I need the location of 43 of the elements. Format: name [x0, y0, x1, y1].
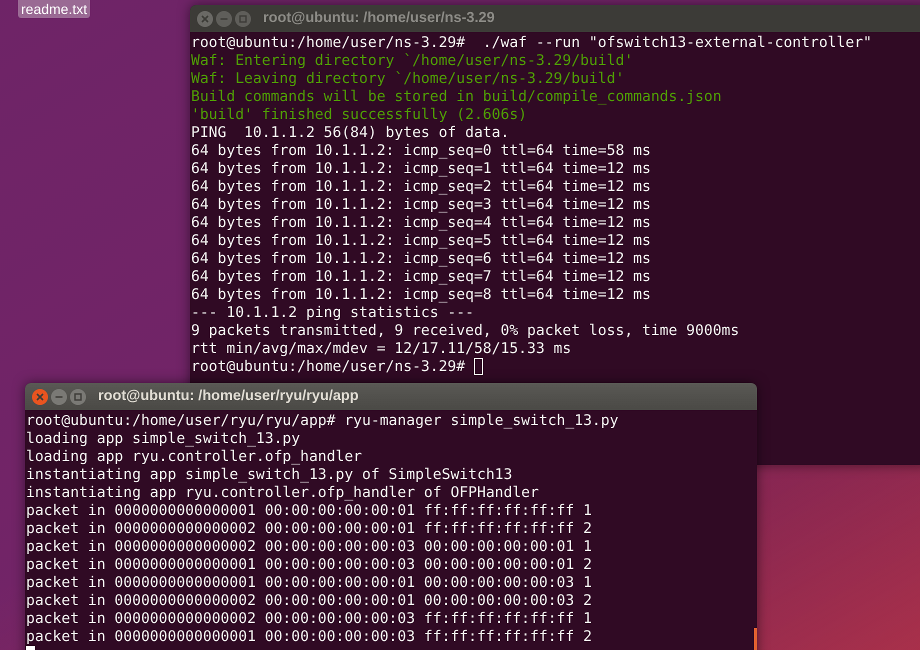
window-title: root@ubuntu: /home/user/ns-3.29: [263, 8, 495, 28]
terminal-line: instantiating app ryu.controller.ofp_handler of OFPHandler: [26, 484, 539, 501]
terminal-line: instantiating app simple_switch_13.py of SimpleSwitch13: [26, 466, 512, 483]
terminal-line: root@ubuntu:/home/user/ns-3.29#: [191, 358, 466, 375]
terminal-line: --- 10.1.1.2 ping statistics ---: [191, 304, 474, 321]
terminal-line: 64 bytes from 10.1.1.2: icmp_seq=2 ttl=64 time=12 ms: [191, 178, 651, 195]
close-icon[interactable]: [32, 388, 48, 404]
terminal-line: 64 bytes from 10.1.1.2: icmp_seq=8 ttl=64 time=12 ms: [191, 286, 651, 303]
terminal-line: loading app ryu.controller.ofp_handler: [26, 448, 362, 465]
terminal-line: 64 bytes from 10.1.1.2: icmp_seq=0 ttl=64 time=58 ms: [191, 142, 651, 159]
terminal-line: packet in 0000000000000002 00:00:00:00:00:03 ff:ff:ff:ff:ff:ff 1: [26, 610, 592, 627]
close-icon[interactable]: [197, 10, 213, 26]
terminal-line: 64 bytes from 10.1.1.2: icmp_seq=5 ttl=64 time=12 ms: [191, 232, 651, 249]
scroll-indicator: [754, 628, 757, 650]
terminal-line: root@ubuntu:/home/user/ns-3.29# ./waf --run "ofswitch13-external-controller": [191, 34, 872, 51]
terminal-line: packet in 0000000000000001 00:00:00:00:00:03 ff:ff:ff:ff:ff:ff 2: [26, 628, 592, 645]
terminal-line: packet in 0000000000000001 00:00:00:00:00:03 00:00:00:00:00:01 2: [26, 556, 592, 573]
terminal-line: root@ubuntu:/home/user/ryu/ryu/app# ryu-manager simple_switch_13.py: [26, 412, 618, 429]
terminal-line: rtt min/avg/max/mdev = 12/17.11/58/15.33 ms: [191, 340, 572, 357]
text-cursor: [474, 358, 483, 376]
terminal-line: packet in 0000000000000001 00:00:00:00:00:01 ff:ff:ff:ff:ff:ff 1: [26, 502, 592, 519]
maximize-icon[interactable]: [70, 388, 86, 404]
terminal-line: 9 packets transmitted, 9 received, 0% packet loss, time 9000ms: [191, 322, 740, 339]
terminal-line: PING 10.1.1.2 56(84) bytes of data.: [191, 124, 510, 141]
terminal-line: packet in 0000000000000002 00:00:00:00:00:03 00:00:00:00:00:01 1: [26, 538, 592, 555]
terminal-line: packet in 0000000000000002 00:00:00:00:00:01 00:00:00:00:00:03 2: [26, 592, 592, 609]
terminal-line: 64 bytes from 10.1.1.2: icmp_seq=7 ttl=64 time=12 ms: [191, 268, 651, 285]
terminal-line: packet in 0000000000000001 00:00:00:00:00:01 00:00:00:00:00:03 1: [26, 574, 592, 591]
file-label[interactable]: readme.txt: [18, 0, 90, 18]
maximize-icon[interactable]: [235, 10, 251, 26]
terminal-line: 'build' finished successfully (2.606s): [191, 106, 528, 123]
window-title: root@ubuntu: /home/user/ryu/ryu/app: [98, 386, 359, 406]
terminal-line: Build commands will be stored in build/compile_commands.json: [191, 88, 722, 105]
terminal-line: Waf: Entering directory `/home/user/ns-3.29/build': [191, 52, 634, 69]
terminal-line: 64 bytes from 10.1.1.2: icmp_seq=1 ttl=64 time=12 ms: [191, 160, 651, 177]
minimize-icon[interactable]: [216, 10, 232, 26]
terminal-line: 64 bytes from 10.1.1.2: icmp_seq=6 ttl=64 time=12 ms: [191, 250, 651, 267]
terminal-line: packet in 0000000000000002 00:00:00:00:00:01 ff:ff:ff:ff:ff:ff 2: [26, 520, 592, 537]
terminal-line: 64 bytes from 10.1.1.2: icmp_seq=3 ttl=64 time=12 ms: [191, 196, 651, 213]
minimize-icon[interactable]: [51, 388, 67, 404]
terminal-line: 64 bytes from 10.1.1.2: icmp_seq=4 ttl=64 time=12 ms: [191, 214, 651, 231]
terminal-line: loading app simple_switch_13.py: [26, 430, 300, 447]
terminal-line: Waf: Leaving directory `/home/user/ns-3.29/build': [191, 70, 624, 87]
